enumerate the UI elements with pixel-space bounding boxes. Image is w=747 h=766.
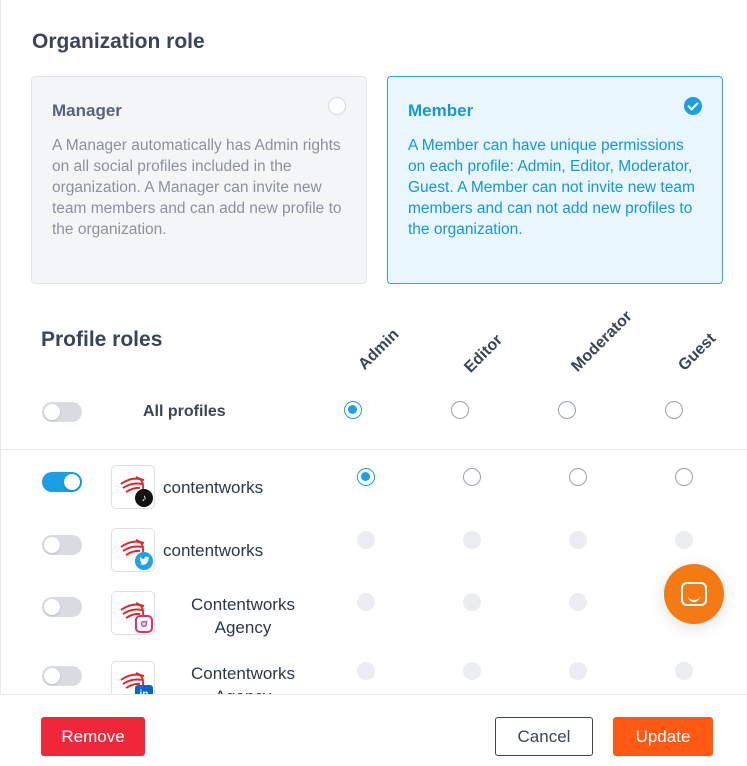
linkedin-icon: in [135, 685, 153, 694]
profile-name: Contentworks Agency [191, 595, 295, 637]
profile-moderator-radio[interactable] [569, 593, 587, 611]
profile-admin-radio[interactable] [357, 468, 375, 486]
profile-guest-radio[interactable] [675, 662, 693, 680]
organization-role-title: Organization role [32, 30, 205, 53]
all-profiles-guest-radio[interactable] [665, 401, 683, 419]
profile-avatar [111, 528, 155, 572]
profiles-list[interactable]: ♪ contentworks contentworks Contentworks… [0, 450, 747, 694]
profile-admin-radio[interactable] [357, 662, 375, 680]
profile-editor-radio[interactable] [463, 662, 481, 680]
profile-roles-title: Profile roles [41, 328, 163, 351]
profile-avatar: in [111, 661, 155, 694]
twitter-icon [135, 552, 153, 570]
column-header-editor: Editor [461, 331, 506, 377]
manager-role-title: Manager [52, 101, 122, 120]
profile-name: contentworks [163, 541, 264, 560]
manager-role-description: A Manager automatically has Admin rights… [52, 137, 342, 238]
member-role-description: A Member can have unique permissions on … [408, 137, 695, 238]
column-header-guest: Guest [675, 330, 720, 375]
member-role-title: Member [408, 101, 474, 120]
member-role-card[interactable]: Member A Member can have unique permissi… [387, 76, 723, 284]
profile-admin-radio[interactable] [357, 593, 375, 611]
update-button[interactable]: Update [613, 717, 713, 756]
profile-toggle[interactable] [42, 666, 82, 686]
all-profiles-toggle[interactable] [42, 402, 82, 422]
profile-avatar: ♪ [111, 465, 155, 509]
tiktok-icon: ♪ [135, 489, 153, 507]
profile-name: Contentworks Agency [191, 664, 295, 694]
profile-toggle[interactable] [42, 597, 82, 617]
profile-avatar [111, 591, 155, 635]
profile-toggle[interactable] [42, 535, 82, 555]
all-profiles-admin-radio[interactable] [344, 401, 362, 419]
profile-moderator-radio[interactable] [569, 468, 587, 486]
profile-toggle[interactable] [42, 472, 82, 492]
all-profiles-moderator-radio[interactable] [558, 401, 576, 419]
cancel-button[interactable]: Cancel [495, 717, 593, 756]
profile-moderator-radio[interactable] [569, 662, 587, 680]
manager-radio[interactable] [328, 97, 346, 115]
column-header-admin: Admin [355, 326, 403, 374]
profile-moderator-radio[interactable] [569, 531, 587, 549]
instagram-icon [135, 615, 153, 633]
manager-role-card[interactable]: Manager A Manager automatically has Admi… [31, 76, 367, 284]
remove-button[interactable]: Remove [41, 717, 145, 756]
member-radio-checked[interactable] [684, 97, 702, 115]
profile-admin-radio[interactable] [357, 531, 375, 549]
profile-guest-radio[interactable] [675, 468, 693, 486]
column-header-moderator: Moderator [568, 307, 636, 376]
all-profiles-editor-radio[interactable] [451, 401, 469, 419]
all-profiles-label: All profiles [143, 403, 226, 420]
profile-editor-radio[interactable] [463, 593, 481, 611]
profile-editor-radio[interactable] [463, 468, 481, 486]
chat-icon [681, 582, 707, 606]
chat-launcher-button[interactable] [664, 564, 724, 624]
dialog-footer: Remove Cancel Update [0, 694, 747, 766]
profile-name: contentworks [163, 478, 264, 497]
profile-editor-radio[interactable] [463, 531, 481, 549]
profile-guest-radio[interactable] [675, 531, 693, 549]
